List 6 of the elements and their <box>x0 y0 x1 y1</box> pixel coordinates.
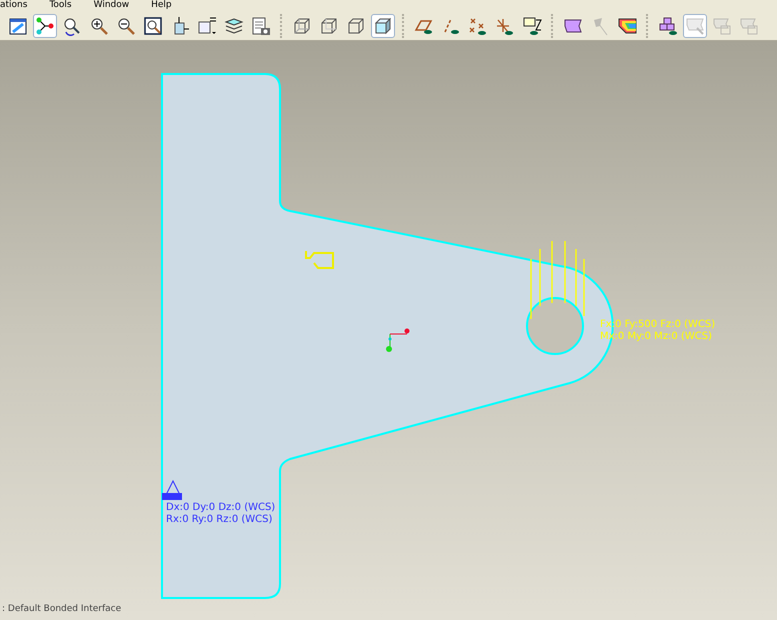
menu-item[interactable]: Help <box>151 1 172 10</box>
menu-item[interactable]: Tools <box>49 1 72 10</box>
status-text: : Default Bonded Interface <box>2 604 122 614</box>
menu-item[interactable]: ations <box>0 1 28 10</box>
menu-item[interactable]: Window <box>94 1 130 10</box>
constraint-label: Dx:0 Dy:0 Dz:0 (WCS) Rx:0 Ry:0 Rz:0 (WCS) <box>166 502 276 526</box>
